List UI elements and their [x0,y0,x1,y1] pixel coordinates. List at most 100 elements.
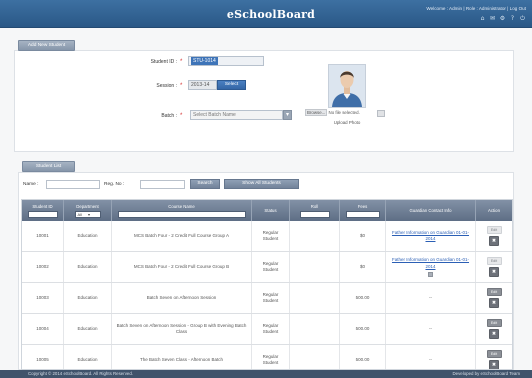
delete-icon: ✖ [491,269,497,275]
delete-button[interactable]: ✖ [489,236,499,246]
photo-caption: Upload Photo [333,120,361,125]
reg-filter-input[interactable] [140,180,185,189]
cell-status: Regular Student [252,314,290,344]
filter-department-select[interactable]: All ▾ [74,210,101,218]
delete-icon: ✖ [491,362,497,368]
cell-status: Regular Student [252,345,290,369]
mail-icon[interactable]: ✉ [489,15,496,22]
cell-guardian: Father Information on Guardian 01-01-201… [386,221,476,251]
session-select[interactable]: 2013-14 [188,80,217,90]
upload-button[interactable] [377,110,385,117]
cell-department: Education [64,252,112,282]
cell-department: Education [64,314,112,344]
cell-course-name: The Batch Seven Class - Afternoon Batch [112,345,252,369]
logout-icon[interactable]: ⏻ [519,15,526,22]
table-row[interactable]: 10002 Education MCS Batch Four - 2 Credi… [22,252,512,283]
cell-department: Education [64,345,112,369]
column-label-status: Status [264,208,277,213]
name-filter-input[interactable] [46,180,100,189]
cell-roll [290,283,340,313]
filter-roll-input[interactable] [299,210,330,218]
app-title[interactable]: eSchoolBoard [185,8,357,21]
settings-icon[interactable]: ⚙ [499,15,506,22]
cell-guardian: -- [386,345,476,369]
column-label-guardian: Guardian Contact Info [409,208,452,213]
student-id-input[interactable]: STU-1014 [188,56,264,66]
guardian-info-link[interactable]: Father Information on Guardian 01-01-201… [389,257,472,269]
footer-credit[interactable]: Developed by eSchoolBoard Team [452,370,520,378]
attachment-icon[interactable] [428,271,433,277]
filter-fees-input[interactable] [345,210,380,218]
edit-button[interactable]: Edit [486,288,502,296]
edit-button[interactable]: Edit [486,319,502,327]
batch-dropdown-button[interactable]: ▾ [283,110,292,120]
column-label-roll: Roll [310,203,319,209]
page-footer: Copyright © 2014 eSchoolBoard. All Right… [0,370,532,378]
cell-course-name: Batch Seven on Afternoon Session [112,283,252,313]
cell-fees: 500.00 [340,314,386,344]
cell-action: Edit ✖ [476,221,512,251]
edit-button[interactable]: Edit [486,257,502,265]
column-label-course-name: Course Name [168,203,195,209]
cell-student-id: 10002 [22,252,64,282]
delete-button[interactable]: ✖ [489,298,499,308]
cell-course-name: MCS Batch Four - 2 Credit Full Course Gr… [112,252,252,282]
cell-course-name: Batch Seven on Afternoon Session - Group… [112,314,252,344]
cell-student-id: 10005 [22,345,64,369]
table-row[interactable]: 10001 Education MCS Batch Four - 2 Credi… [22,221,512,252]
file-input[interactable]: Browse... No file selected. [305,109,360,116]
tab-student-list[interactable]: Student List [22,161,75,172]
table-row[interactable]: 10005 Education The Batch Seven Class - … [22,345,512,369]
student-photo [329,65,365,107]
batch-select[interactable]: Select Batch Name [190,110,283,120]
cell-fees: 500.00 [340,283,386,313]
help-icon[interactable]: ? [509,15,516,22]
student-table: Student ID Department All ▾ Course Name S… [21,199,513,370]
top-header-bar: eSchoolBoard Welcome : Admin | Role : Ad… [0,0,532,28]
edit-button[interactable]: Edit [486,226,502,234]
session-label: Session : [156,83,177,89]
delete-button[interactable]: ✖ [489,360,499,369]
column-label-department: Department [76,203,99,209]
student-form-panel [14,50,514,152]
chevron-down-icon: ▾ [285,111,289,118]
student-id-label: Student ID : [150,59,177,65]
guardian-info-link[interactable]: Father Information on Guardian 01-01-201… [389,230,472,242]
cell-student-id: 10004 [22,314,64,344]
edit-button[interactable]: Edit [486,350,502,358]
home-icon[interactable]: ⌂ [479,15,486,22]
table-header-row: Student ID Department All ▾ Course Name S… [22,200,512,221]
cell-guardian: -- [386,314,476,344]
delete-button[interactable]: ✖ [489,329,499,339]
cell-course-name: MCS Batch Four - 2 Credit Full Course Gr… [112,221,252,251]
column-header-status: Status [252,200,290,221]
search-button[interactable]: Search [190,179,220,189]
cell-student-id: 10003 [22,283,64,313]
name-filter-label: Name : [23,182,39,187]
session-value: 2013-14 [191,82,210,88]
filter-student-id-input[interactable] [27,210,58,218]
file-status-text: No file selected. [328,110,360,115]
column-label-student-id: Student ID [32,203,53,209]
session-select-button[interactable]: Select [217,80,246,90]
cell-action: Edit ✖ [476,283,512,313]
cell-action: Edit ✖ [476,252,512,282]
table-row[interactable]: 10003 Education Batch Seven on Afternoon… [22,283,512,314]
delete-icon: ✖ [491,238,497,244]
cell-action: Edit ✖ [476,314,512,344]
column-label-fees: Fees [357,203,368,209]
column-header-course-name: Course Name [112,200,252,221]
user-info-text[interactable]: Welcome : Admin | Role : Administrator |… [376,6,526,11]
cell-guardian: -- [386,283,476,313]
filter-course-name-input[interactable] [117,210,246,218]
session-required-mark: * [180,83,183,89]
cell-fees: 500.00 [340,345,386,369]
filter-department-value: All [77,211,82,217]
column-header-fees: Fees [340,200,386,221]
browse-button[interactable]: Browse... [305,109,328,116]
footer-copyright: Copyright © 2014 eSchoolBoard. All Right… [28,371,134,376]
tab-add-new-student[interactable]: Add New Student [18,40,75,51]
delete-button[interactable]: ✖ [489,267,499,277]
table-row[interactable]: 10004 Education Batch Seven on Afternoon… [22,314,512,345]
show-all-students-button[interactable]: Show All Students [224,179,299,189]
